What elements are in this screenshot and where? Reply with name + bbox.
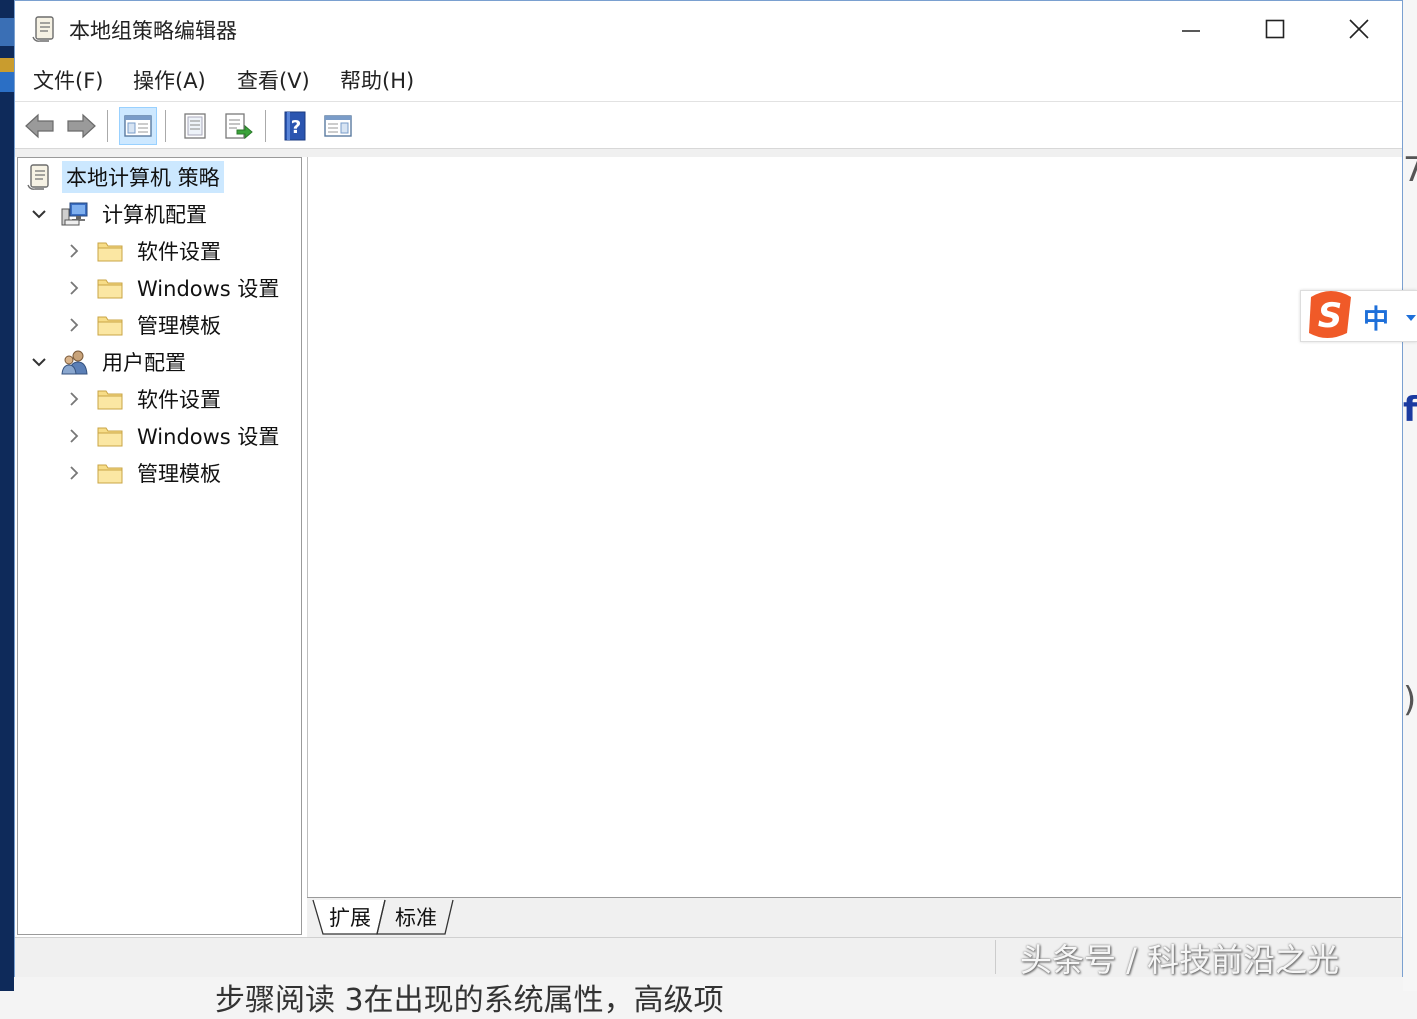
toolbar-separator [165, 110, 166, 142]
tree-item-cc-software-settings[interactable]: 软件设置 [63, 234, 225, 268]
desktop-background-right: 7 f ) [1403, 0, 1417, 991]
tree-item-label: 管理模板 [137, 314, 221, 338]
tree-item-label: Windows 设置 [137, 277, 280, 301]
details-pane[interactable] [307, 157, 1402, 897]
menu-help[interactable]: 帮助(H) [340, 65, 414, 95]
chevron-right-icon[interactable] [63, 240, 85, 262]
back-button[interactable] [21, 107, 59, 145]
tree-item-uc-windows-settings[interactable]: Windows 设置 [63, 419, 283, 453]
menu-file[interactable]: 文件(F) [33, 65, 103, 95]
chevron-down-icon[interactable] [28, 203, 50, 225]
content-top-strip [15, 149, 1402, 157]
tree-item-cc-admin-templates[interactable]: 管理模板 [63, 308, 225, 342]
ime-mode-label[interactable]: 中 [1363, 299, 1389, 336]
watermark: 头条号 / 科技前沿之光 [1020, 941, 1340, 979]
toolbar-separator [107, 110, 108, 142]
chevron-down-icon[interactable] [1405, 313, 1417, 323]
folder-icon [95, 385, 125, 413]
users-icon [60, 348, 90, 376]
chevron-right-icon[interactable] [63, 314, 85, 336]
help-button[interactable]: ? [276, 107, 314, 145]
app-icon [31, 15, 57, 43]
close-button[interactable] [1331, 7, 1387, 51]
chevron-right-icon[interactable] [63, 277, 85, 299]
help-icon: ? [284, 111, 306, 141]
folder-icon [95, 237, 125, 265]
console-tree: 本地计算机 策略 计算机配置 软件设置 Windows 设置 管理模板 用户配置… [17, 157, 302, 935]
menu-action[interactable]: 操作(A) [133, 65, 206, 95]
forward-button[interactable] [62, 107, 100, 145]
tree-item-local-computer-policy[interactable]: 本地计算机 策略 [24, 160, 224, 194]
show-hide-console-tree-icon [124, 115, 152, 137]
chevron-right-icon[interactable] [63, 425, 85, 447]
status-bar-separator [995, 940, 996, 974]
tree-item-uc-admin-templates[interactable]: 管理模板 [63, 456, 225, 490]
properties-icon [184, 113, 206, 139]
show-hide-action-pane-button[interactable] [319, 107, 357, 145]
maximize-button[interactable] [1247, 7, 1303, 51]
show-hide-action-pane-icon [324, 115, 352, 137]
toolbar: ? [15, 101, 1402, 149]
toolbar-separator [265, 110, 266, 142]
folder-icon [95, 422, 125, 450]
tree-item-label: 本地计算机 策略 [62, 161, 224, 193]
view-tabs: 扩展 标准 [307, 897, 1401, 937]
back-icon [25, 113, 54, 139]
window-title: 本地组策略编辑器 [69, 19, 237, 43]
export-list-button[interactable] [219, 107, 257, 145]
folder-icon [95, 274, 125, 302]
tab-standard[interactable]: 标准 [387, 898, 445, 936]
folder-icon [95, 459, 125, 487]
policy-scroll-icon [24, 163, 54, 191]
forward-icon [67, 113, 96, 139]
tree-item-label: 软件设置 [137, 388, 221, 412]
close-icon [1349, 19, 1369, 39]
computer-icon [60, 200, 90, 228]
tree-item-uc-software-settings[interactable]: 软件设置 [63, 382, 225, 416]
folder-icon [95, 311, 125, 339]
group-policy-editor-window: 本地组策略编辑器 文件(F) 操作(A) 查看(V) 帮助(H) ? 本地计算机… [14, 0, 1403, 977]
tree-item-cc-windows-settings[interactable]: Windows 设置 [63, 271, 283, 305]
chevron-right-icon[interactable] [63, 388, 85, 410]
title-bar: 本地组策略编辑器 [15, 1, 1402, 57]
tree-item-label: 用户配置 [102, 351, 186, 375]
properties-button[interactable] [176, 107, 214, 145]
svg-text:?: ? [291, 117, 301, 138]
tree-item-label: 管理模板 [137, 462, 221, 486]
export-list-icon [225, 113, 253, 140]
sogou-s-icon: S [1309, 291, 1351, 338]
chevron-down-icon[interactable] [28, 351, 50, 373]
minimize-button[interactable] [1163, 7, 1219, 51]
tree-item-computer-configuration[interactable]: 计算机配置 [28, 197, 211, 231]
chevron-right-icon[interactable] [63, 462, 85, 484]
minimize-icon [1182, 30, 1200, 32]
tab-extended[interactable]: 扩展 [323, 898, 377, 936]
desktop-background-left [0, 0, 14, 991]
ime-toolbar[interactable]: S 中 [1300, 290, 1417, 342]
maximize-icon [1265, 19, 1285, 39]
tree-item-label: Windows 设置 [137, 425, 280, 449]
tree-item-label: 软件设置 [137, 240, 221, 264]
background-article-text: 步骤阅读 3在出现的系统属性，高级项 [215, 983, 724, 1018]
menu-view[interactable]: 查看(V) [237, 65, 310, 95]
svg-text:S: S [1318, 296, 1343, 336]
menu-bar: 文件(F) 操作(A) 查看(V) 帮助(H) [15, 59, 1402, 99]
tree-item-label: 计算机配置 [102, 203, 207, 227]
show-hide-console-tree-button[interactable] [119, 107, 157, 145]
tree-item-user-configuration[interactable]: 用户配置 [28, 345, 190, 379]
